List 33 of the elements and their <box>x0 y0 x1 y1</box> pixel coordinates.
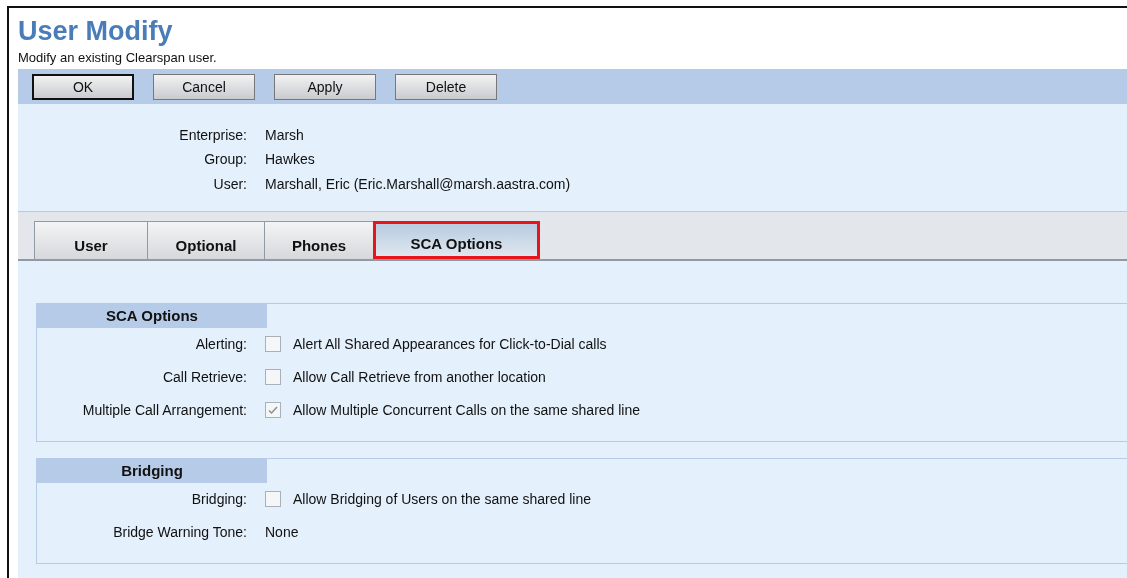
field-value: None <box>265 522 299 542</box>
action-button[interactable]: Delete <box>395 73 497 100</box>
field-label: Alerting: <box>194 334 248 354</box>
field-label: Group: <box>203 150 248 170</box>
checkmark-icon <box>267 404 279 416</box>
tab[interactable]: SCA Options <box>373 220 540 259</box>
field-value: Marshall, Eric (Eric.Marshall@marsh.aastra.com) <box>265 174 571 194</box>
checkbox-label: Allow Bridging of Users on the same shared line <box>293 489 592 509</box>
tab[interactable]: Phones <box>264 220 374 259</box>
checkbox[interactable] <box>265 491 281 507</box>
tab[interactable]: Optional <box>147 220 265 259</box>
page-title: User Modify <box>18 16 174 46</box>
field-label: Call Retrieve: <box>161 367 248 387</box>
checkbox-label: Allow Call Retrieve from another location <box>293 367 546 387</box>
field-value: Hawkes <box>265 150 315 170</box>
field-label: User: <box>212 174 248 194</box>
checkbox[interactable] <box>265 369 281 385</box>
action-button[interactable]: Apply <box>274 73 376 100</box>
field-label: Multiple Call Arrangement: <box>81 400 248 420</box>
field-label: Bridge Warning Tone: <box>112 522 248 542</box>
checkbox[interactable] <box>265 336 281 352</box>
field-value: Marsh <box>265 125 304 145</box>
field-label: Bridging: <box>190 489 248 509</box>
checkbox[interactable] <box>265 402 281 418</box>
page-subtitle: Modify an existing Clearspan user. <box>18 50 218 66</box>
checkbox-label: Allow Multiple Concurrent Calls on the same shared line <box>293 400 641 420</box>
section-header: SCA Options <box>37 303 267 328</box>
field-label: Enterprise: <box>178 125 248 145</box>
checkbox-label: Alert All Shared Appearances for Click-to-Dial calls <box>293 334 607 354</box>
section-header: Bridging <box>37 458 267 483</box>
tab[interactable]: User <box>34 220 148 259</box>
action-button[interactable]: Cancel <box>153 73 255 100</box>
action-button[interactable]: OK <box>32 73 134 100</box>
